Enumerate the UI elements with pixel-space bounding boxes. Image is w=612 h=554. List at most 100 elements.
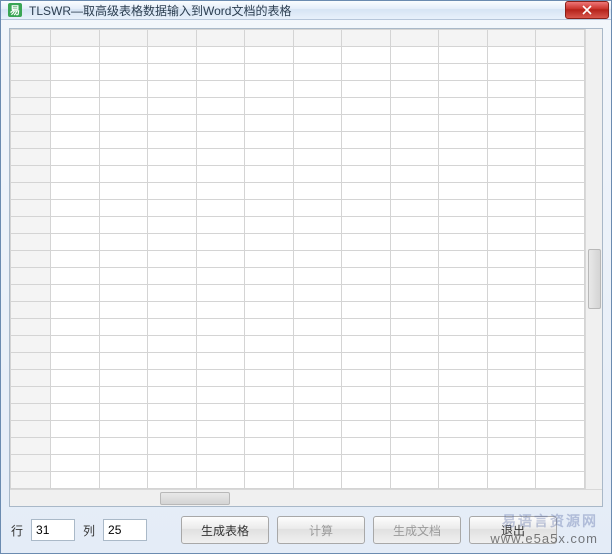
grid-cell[interactable] xyxy=(439,404,488,421)
grid-cell[interactable] xyxy=(11,302,51,319)
grid-cell[interactable] xyxy=(51,472,100,489)
grid-cell[interactable] xyxy=(536,455,585,472)
grid-cell[interactable] xyxy=(11,183,51,200)
grid-cell[interactable] xyxy=(245,421,294,438)
grid-cell[interactable] xyxy=(536,217,585,234)
grid-cell[interactable] xyxy=(245,81,294,98)
grid-cell[interactable] xyxy=(196,47,245,64)
generate-table-button[interactable]: 生成表格 xyxy=(181,516,269,544)
grid-cell[interactable] xyxy=(99,64,148,81)
grid-cell[interactable] xyxy=(293,251,342,268)
grid-cell[interactable] xyxy=(439,268,488,285)
grid-cell[interactable] xyxy=(342,183,391,200)
grid-cell[interactable] xyxy=(196,319,245,336)
grid-cell[interactable] xyxy=(293,98,342,115)
grid-cell[interactable] xyxy=(390,353,439,370)
grid-cell[interactable] xyxy=(439,455,488,472)
grid-cell[interactable] xyxy=(390,234,439,251)
grid-cell[interactable] xyxy=(293,200,342,217)
grid-cell[interactable] xyxy=(99,132,148,149)
grid-cell[interactable] xyxy=(11,251,51,268)
grid-cell[interactable] xyxy=(487,302,536,319)
grid-cell[interactable] xyxy=(245,234,294,251)
grid-cell[interactable] xyxy=(148,404,197,421)
grid-cell[interactable] xyxy=(196,285,245,302)
grid-cell[interactable] xyxy=(293,81,342,98)
grid-cell[interactable] xyxy=(51,455,100,472)
grid-cell[interactable] xyxy=(342,149,391,166)
grid-cell[interactable] xyxy=(439,183,488,200)
grid-cell[interactable] xyxy=(342,234,391,251)
grid-cell[interactable] xyxy=(245,387,294,404)
grid-cell[interactable] xyxy=(245,200,294,217)
grid-cell[interactable] xyxy=(51,268,100,285)
grid-cell[interactable] xyxy=(390,268,439,285)
grid-cell[interactable] xyxy=(51,166,100,183)
grid-cell[interactable] xyxy=(11,234,51,251)
grid-cell[interactable] xyxy=(536,336,585,353)
grid-cell[interactable] xyxy=(148,370,197,387)
grid-cell[interactable] xyxy=(148,455,197,472)
grid-cell[interactable] xyxy=(390,149,439,166)
grid-cell[interactable] xyxy=(536,64,585,81)
grid-cell[interactable] xyxy=(51,370,100,387)
grid-cell[interactable] xyxy=(439,47,488,64)
grid-cell[interactable] xyxy=(148,472,197,489)
grid-cell[interactable] xyxy=(390,370,439,387)
grid-cell[interactable] xyxy=(148,285,197,302)
grid-cell[interactable] xyxy=(536,387,585,404)
grid-cell[interactable] xyxy=(293,472,342,489)
grid-cell[interactable] xyxy=(342,421,391,438)
grid-cell[interactable] xyxy=(536,98,585,115)
grid-cell[interactable] xyxy=(342,115,391,132)
grid-cell[interactable] xyxy=(439,115,488,132)
grid-cell[interactable] xyxy=(487,47,536,64)
grid-cell[interactable] xyxy=(51,115,100,132)
grid-cell[interactable] xyxy=(390,132,439,149)
grid-cell[interactable] xyxy=(536,268,585,285)
grid-cell[interactable] xyxy=(11,64,51,81)
grid-cell[interactable] xyxy=(11,336,51,353)
grid-cell[interactable] xyxy=(487,285,536,302)
grid-cell[interactable] xyxy=(390,166,439,183)
grid-cell[interactable] xyxy=(536,319,585,336)
grid-cell[interactable] xyxy=(245,302,294,319)
grid-cell[interactable] xyxy=(148,132,197,149)
grid-cell[interactable] xyxy=(342,98,391,115)
grid-cell[interactable] xyxy=(439,234,488,251)
grid-cell[interactable] xyxy=(196,421,245,438)
grid-cell[interactable] xyxy=(196,251,245,268)
grid-cell[interactable] xyxy=(99,81,148,98)
grid-cell[interactable] xyxy=(342,251,391,268)
grid-cell[interactable] xyxy=(342,387,391,404)
grid-cell[interactable] xyxy=(148,47,197,64)
grid-cell[interactable] xyxy=(439,387,488,404)
grid-cell[interactable] xyxy=(11,132,51,149)
grid-cell[interactable] xyxy=(99,455,148,472)
grid-cell[interactable] xyxy=(245,353,294,370)
grid-cell[interactable] xyxy=(148,149,197,166)
grid-cell[interactable] xyxy=(390,47,439,64)
grid-cell[interactable] xyxy=(439,64,488,81)
grid-cell[interactable] xyxy=(293,455,342,472)
grid-cell[interactable] xyxy=(245,455,294,472)
grid-cell[interactable] xyxy=(390,200,439,217)
grid-cell[interactable] xyxy=(342,353,391,370)
grid-cell[interactable] xyxy=(390,438,439,455)
grid-cell[interactable] xyxy=(536,132,585,149)
grid-cell[interactable] xyxy=(11,268,51,285)
grid-cell[interactable] xyxy=(293,149,342,166)
grid-cell[interactable] xyxy=(196,30,245,47)
grid-cell[interactable] xyxy=(342,472,391,489)
grid-cell[interactable] xyxy=(148,319,197,336)
grid-cell[interactable] xyxy=(99,234,148,251)
grid-cell[interactable] xyxy=(342,30,391,47)
grid-cell[interactable] xyxy=(439,251,488,268)
grid-cell[interactable] xyxy=(99,353,148,370)
grid-cell[interactable] xyxy=(196,234,245,251)
grid-cell[interactable] xyxy=(293,370,342,387)
grid-cell[interactable] xyxy=(439,30,488,47)
grid-cell[interactable] xyxy=(51,149,100,166)
grid-cell[interactable] xyxy=(148,98,197,115)
grid-cell[interactable] xyxy=(245,438,294,455)
